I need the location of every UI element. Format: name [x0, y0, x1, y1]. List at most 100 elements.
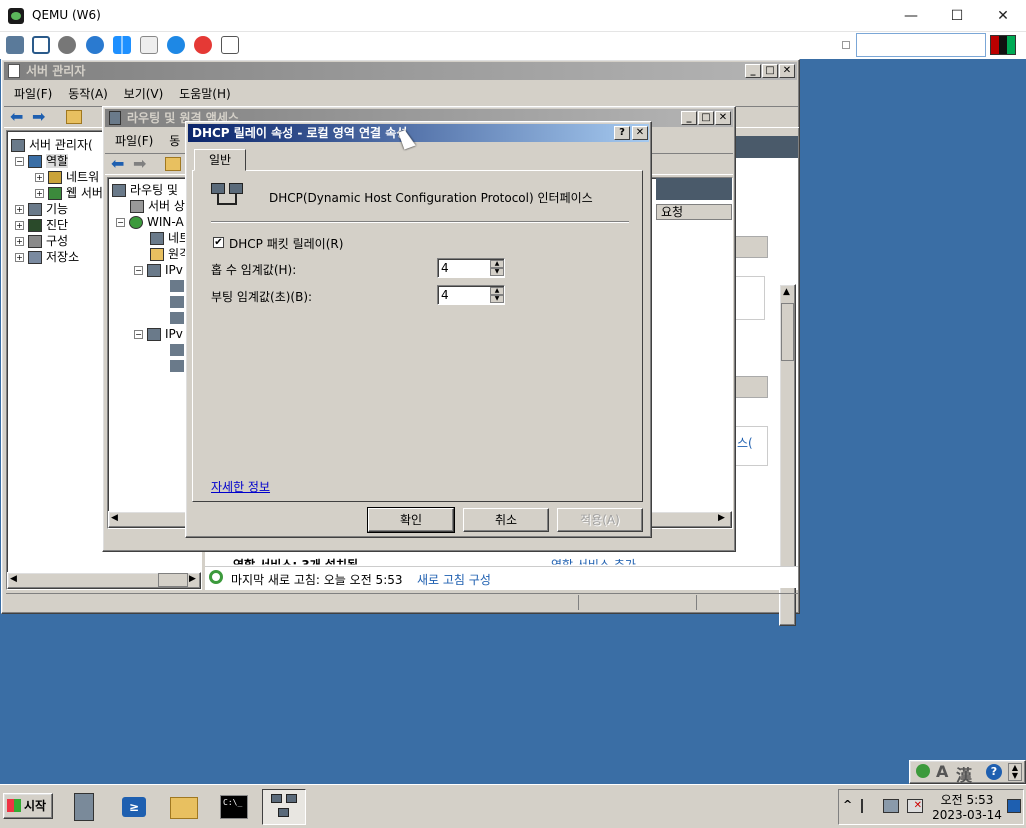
tray-date[interactable]: 2023-03-14 — [931, 808, 1003, 822]
rras-menu-file[interactable]: 파일(F) — [109, 131, 159, 151]
scroll-right-icon[interactable]: ▶ — [189, 574, 196, 584]
tab-general[interactable]: 일반 — [194, 149, 246, 171]
sm-maximize-button[interactable]: □ — [762, 64, 778, 78]
expand-icon[interactable]: + — [15, 221, 24, 230]
spin-up-icon[interactable]: ▲ — [490, 260, 504, 268]
rras-minimize-button[interactable]: _ — [681, 111, 697, 125]
expand-icon[interactable]: + — [15, 237, 24, 246]
language-bar-options-icon[interactable]: ▲ ▼ — [1008, 763, 1022, 781]
more-info-link[interactable]: 자세한 정보 — [211, 478, 270, 495]
up-folder-icon[interactable] — [165, 157, 181, 171]
rras-tree-server[interactable]: − WIN-A — [116, 214, 184, 230]
apply-button[interactable]: 적용(A) — [557, 508, 643, 532]
dhcp-relay-checkbox-label[interactable]: DHCP 패킷 릴레이(R) — [229, 235, 343, 252]
info-icon[interactable] — [167, 36, 185, 54]
sm-refresh-config-link[interactable]: 새로 고침 구성 — [417, 571, 491, 588]
rras-column-header[interactable]: 요청 — [656, 204, 732, 220]
ime-alpha-icon[interactable]: A — [936, 762, 948, 781]
sm-minimize-button[interactable]: _ — [745, 64, 761, 78]
rras-tree-ipv4[interactable]: − IPv — [134, 262, 183, 278]
back-arrow-icon[interactable]: ⬅ — [10, 109, 23, 125]
expand-icon[interactable]: + — [35, 189, 44, 198]
boot-threshold-spinner[interactable]: 4 ▲ ▼ — [437, 285, 505, 305]
gear-icon[interactable] — [58, 36, 76, 54]
sm-close-button[interactable]: ✕ — [779, 64, 795, 78]
tree-item-roles[interactable]: − 역할 — [15, 153, 69, 169]
start-button[interactable]: 시작 — [3, 793, 53, 819]
rras-tree-server-status[interactable]: 서버 상 — [130, 198, 185, 214]
rras-tree-root[interactable]: 라우팅 및 — [112, 182, 178, 198]
spin-up-icon[interactable]: ▲ — [490, 287, 504, 295]
fullscreen-icon[interactable] — [32, 36, 50, 54]
tree-item-web-server[interactable]: + 웹 서버 — [35, 185, 103, 201]
collapse-icon[interactable]: − — [15, 157, 24, 166]
scroll-up-icon[interactable]: ▲ — [783, 287, 790, 297]
tree-item-features[interactable]: + 기능 — [15, 201, 68, 217]
sm-partial-link[interactable]: 스( — [737, 434, 753, 451]
scroll-thumb[interactable] — [158, 573, 188, 587]
forward-arrow-icon[interactable]: ➡ — [133, 156, 146, 172]
dialog-close-button[interactable]: ✕ — [632, 126, 648, 140]
sm-menu-help[interactable]: 도움말(H) — [173, 84, 237, 104]
tree-item-diagnostics[interactable]: + 진단 — [15, 217, 68, 233]
rras-close-button[interactable]: ✕ — [715, 111, 731, 125]
sm-tree-hscrollbar[interactable]: ◀ ▶ — [7, 572, 201, 589]
forward-arrow-icon[interactable]: ➡ — [32, 109, 45, 125]
scroll-left-icon[interactable]: ◀ — [10, 574, 17, 584]
show-desktop-icon[interactable] — [1007, 799, 1021, 813]
scroll-left-icon[interactable]: ◀ — [111, 513, 118, 523]
cancel-button[interactable]: 취소 — [463, 508, 549, 532]
refresh-icon[interactable] — [86, 36, 104, 54]
expand-icon[interactable]: + — [35, 173, 44, 182]
tray-expand-button[interactable]: ^ — [843, 798, 852, 811]
qemu-maximize-button[interactable]: ☐ — [934, 0, 980, 32]
up-folder-icon[interactable] — [66, 110, 82, 124]
sm-menu-view[interactable]: 보기(V) — [118, 84, 170, 104]
scroll-thumb[interactable] — [781, 303, 794, 361]
task-powershell[interactable]: ≥ — [112, 789, 156, 825]
task-rras[interactable] — [262, 789, 306, 825]
dhcp-relay-checkbox[interactable]: ✔ — [213, 237, 224, 248]
document-icon[interactable] — [140, 36, 158, 54]
ok-button[interactable]: 확인 — [367, 507, 455, 533]
scroll-right-icon[interactable]: ▶ — [718, 513, 725, 523]
ime-hanja-icon[interactable]: 漢 — [956, 762, 972, 786]
task-server-manager[interactable] — [62, 789, 106, 825]
back-arrow-icon[interactable]: ⬅ — [111, 156, 124, 172]
sm-menu-action[interactable]: 동작(A) — [62, 84, 114, 104]
download-icon[interactable] — [221, 36, 239, 54]
action-center-flag-icon[interactable] — [861, 799, 873, 813]
expand-icon[interactable]: + — [15, 253, 24, 262]
color-indicator-icon[interactable] — [990, 35, 1016, 55]
dialog-help-button[interactable]: ? — [614, 126, 630, 140]
spin-down-icon[interactable]: ▼ — [490, 268, 504, 276]
tree-item-network[interactable]: + 네트워 — [35, 169, 99, 185]
boot-threshold-value[interactable]: 4 — [441, 288, 449, 302]
qemu-search-input[interactable] — [856, 33, 986, 57]
rras-menu-action[interactable]: 동 — [163, 131, 186, 151]
language-icon[interactable] — [916, 764, 930, 778]
stop-icon[interactable] — [194, 36, 212, 54]
network-tray-icon[interactable] — [883, 799, 899, 813]
qemu-close-button[interactable]: ✕ — [980, 0, 1026, 32]
tree-item-storage[interactable]: + 저장소 — [15, 249, 79, 265]
hop-count-value[interactable]: 4 — [441, 261, 449, 275]
spin-down-icon[interactable]: ▼ — [490, 295, 504, 303]
volume-muted-icon[interactable]: ✕ — [907, 799, 923, 813]
cube-icon[interactable] — [6, 36, 24, 54]
task-cmd[interactable]: C:\_ — [212, 789, 256, 825]
task-explorer[interactable] — [162, 789, 206, 825]
tree-item-configuration[interactable]: + 구성 — [15, 233, 68, 249]
windows-icon[interactable] — [113, 36, 131, 54]
hop-count-spinner[interactable]: 4 ▲ ▼ — [437, 258, 505, 278]
tree-item-server-manager[interactable]: 서버 관리자( — [11, 137, 93, 153]
help-icon[interactable]: ? — [986, 764, 1002, 780]
tray-time[interactable]: 오전 5:53 — [931, 791, 1003, 808]
qemu-minimize-button[interactable]: — — [888, 0, 934, 32]
collapse-icon[interactable]: − — [116, 218, 125, 227]
sm-menu-file[interactable]: 파일(F) — [8, 84, 58, 104]
collapse-icon[interactable]: − — [134, 330, 143, 339]
collapse-icon[interactable]: − — [134, 266, 143, 275]
expand-icon[interactable]: + — [15, 205, 24, 214]
rras-tree-ipv6[interactable]: − IPv — [134, 326, 183, 342]
